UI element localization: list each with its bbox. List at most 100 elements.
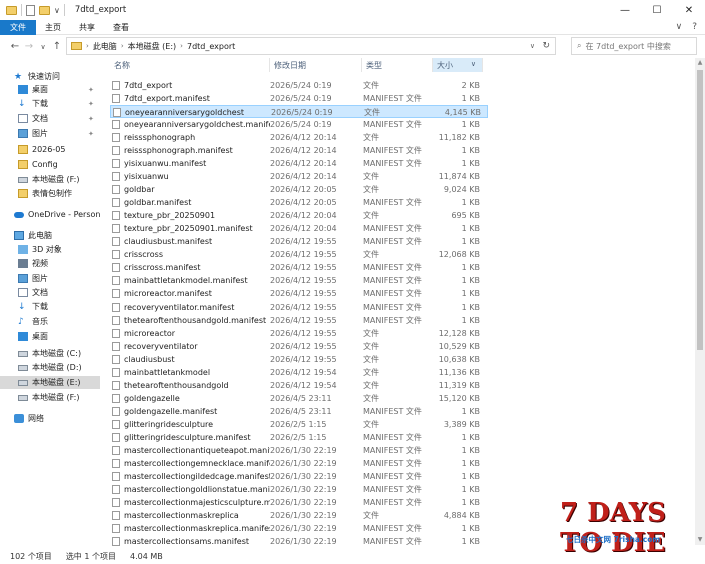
file-row[interactable]: mastercollectionantiqueteapot.manif... 20…	[110, 444, 488, 457]
column-header-date[interactable]: 修改日期	[270, 58, 362, 72]
properties-icon[interactable]	[26, 4, 35, 16]
tab-file[interactable]: 文件	[0, 19, 36, 35]
file-row[interactable]: mastercollectionmaskreplica 2026/1/30 22:…	[110, 509, 488, 522]
nav-item[interactable]: 此电脑	[0, 229, 100, 242]
nav-item[interactable]: 桌面	[0, 330, 100, 343]
nav-item[interactable]: 本地磁盘 (E:)	[0, 376, 100, 389]
file-row[interactable]: mastercollectionmajesticsculpture.ma... 2…	[110, 496, 488, 509]
vertical-scrollbar[interactable]: ▲ ▼	[695, 58, 705, 545]
customize-toolbar-icon[interactable]: ∨	[54, 6, 60, 15]
file-row[interactable]: mainbattletankmodel.manifest 2026/4/12 19…	[110, 274, 488, 287]
tab-home[interactable]: 主页	[36, 20, 70, 35]
file-row[interactable]: claudiusbust.manifest 2026/4/12 19:55 MANI…	[110, 235, 488, 248]
search-input[interactable]: ⌕ 在 7dtd_export 中搜索	[571, 37, 697, 55]
column-header-name[interactable]: 名称	[110, 58, 270, 72]
folder-icon[interactable]	[6, 5, 17, 15]
tab-view[interactable]: 查看	[104, 20, 138, 35]
file-row[interactable]: goldengazelle.manifest 2026/4/5 23:11 MANI…	[110, 405, 488, 418]
file-row[interactable]: goldengazelle 2026/4/5 23:11 文件 15,120 KB	[110, 392, 488, 405]
nav-item[interactable]: 视频	[0, 257, 100, 270]
nav-item[interactable]: Config	[0, 158, 100, 171]
forward-icon[interactable]: →	[22, 41, 36, 52]
recent-locations-icon[interactable]: ∨	[36, 43, 50, 51]
file-row[interactable]: mainbattletankmodel 2026/4/12 19:54 文件 11,1…	[110, 366, 488, 379]
nav-item[interactable]: 网络	[0, 412, 100, 425]
nav-item[interactable]: 文档	[0, 286, 100, 299]
nav-item[interactable]: ★ 快速访问	[0, 70, 100, 83]
help-icon[interactable]: ?	[692, 22, 697, 32]
file-row[interactable]: yisixuanwu 2026/4/12 20:14 文件 11,874 KB	[110, 170, 488, 183]
back-icon[interactable]: ←	[8, 41, 22, 52]
nav-item[interactable]: ↓ 下载	[0, 300, 100, 313]
file-row[interactable]: microreactor.manifest 2026/4/12 19:55 MANI…	[110, 287, 488, 300]
file-icon	[112, 419, 120, 429]
file-row[interactable]: texture_pbr_20250901.manifest 2026/4/12 2…	[110, 222, 488, 235]
breadcrumb-this-pc[interactable]: 此电脑	[93, 41, 117, 52]
nav-item[interactable]: ♪ 音乐	[0, 315, 100, 328]
nav-item[interactable]: ↓ 下载 ✦	[0, 97, 100, 110]
breadcrumb-current-folder[interactable]: 7dtd_export	[187, 42, 235, 51]
nav-item[interactable]: 图片 ✦	[0, 127, 100, 140]
nav-item[interactable]: 桌面 ✦	[0, 83, 100, 96]
file-row[interactable]: oneyearanniversarygoldchest.manifest 2026…	[110, 118, 488, 131]
column-header-type[interactable]: 类型	[362, 58, 433, 72]
file-row[interactable]: glitteringridesculpture 2026/2/5 1:15 文件 3,…	[110, 418, 488, 431]
nav-item[interactable]: 图片	[0, 272, 100, 285]
chevron-right-icon[interactable]: ›	[86, 42, 89, 50]
nav-item[interactable]: 本地磁盘 (F:)	[0, 391, 100, 404]
scroll-thumb[interactable]	[697, 70, 703, 350]
nav-item[interactable]: 本地磁盘 (F:)	[0, 173, 100, 186]
refresh-icon[interactable]: ↻	[542, 41, 550, 51]
chevron-down-icon[interactable]: ∨	[530, 42, 535, 50]
new-folder-icon[interactable]	[39, 5, 50, 15]
tab-share[interactable]: 共享	[70, 20, 104, 35]
nav-item[interactable]: OneDrive - Persona	[0, 208, 100, 221]
column-header-size-label: 大小	[437, 60, 453, 70]
up-icon[interactable]: ↑	[50, 41, 64, 52]
nav-item[interactable]: 本地磁盘 (D:)	[0, 361, 100, 374]
nav-item[interactable]: 文档 ✦	[0, 112, 100, 125]
file-row[interactable]: recoveryventilator.manifest 2026/4/12 19:…	[110, 301, 488, 314]
file-row[interactable]: glitteringridesculpture.manifest 2026/2/5…	[110, 431, 488, 444]
file-row[interactable]: goldbar.manifest 2026/4/12 20:05 MANIFEST …	[110, 196, 488, 209]
minimize-button[interactable]: —	[609, 0, 641, 20]
file-row[interactable]: goldbar 2026/4/12 20:05 文件 9,024 KB	[110, 183, 488, 196]
file-row[interactable]: texture_pbr_20250901 2026/4/12 20:04 文件 695…	[110, 209, 488, 222]
close-button[interactable]: ✕	[673, 0, 705, 20]
nav-item[interactable]: 2026-05	[0, 143, 100, 156]
nav-item[interactable]: 本地磁盘 (C:)	[0, 347, 100, 360]
file-row[interactable]: reisssphonograph.manifest 2026/4/12 20:14…	[110, 144, 488, 157]
address-bar[interactable]: › 此电脑 › 本地磁盘 (E:) › 7dtd_export ∨ ↻	[66, 37, 556, 55]
scroll-up-icon[interactable]: ▲	[695, 58, 705, 68]
file-row[interactable]: 7dtd_export 2026/5/24 0:19 文件 2 KB	[110, 79, 488, 92]
chevron-right-icon[interactable]: ›	[180, 42, 183, 50]
file-row[interactable]: thetearoftenthousandgold.manifest 2026/4/…	[110, 314, 488, 327]
file-row[interactable]: claudiusbust 2026/4/12 19:55 文件 10,638 KB	[110, 353, 488, 366]
file-explorer-window: ∨ 7dtd_export — ☐ ✕ 文件 主页 共享 查看 ∨ ? ← → …	[0, 0, 705, 564]
file-row[interactable]: oneyearanniversarygoldchest 2026/5/24 0:1…	[110, 105, 488, 119]
file-date: 2026/4/12 19:54	[270, 367, 337, 377]
file-row[interactable]: mastercollectiongildedcage.manifest 2026/…	[110, 470, 488, 483]
nav-item[interactable]: 3D 对象	[0, 243, 100, 256]
file-row[interactable]: mastercollectionsams.manifest 2026/1/30 2…	[110, 535, 488, 548]
search-icon: ⌕	[577, 41, 582, 50]
file-row[interactable]: recoveryventilator 2026/4/12 19:55 文件 10,52…	[110, 340, 488, 353]
file-row[interactable]: microreactor 2026/4/12 19:55 文件 12,128 KB	[110, 327, 488, 340]
chevron-right-icon[interactable]: ›	[121, 42, 124, 50]
file-row[interactable]: crisscross 2026/4/12 19:55 文件 12,068 KB	[110, 248, 488, 261]
nav-item[interactable]: 表情包制作	[0, 187, 100, 200]
nav-item-label: 表情包制作	[32, 189, 72, 198]
maximize-button[interactable]: ☐	[641, 0, 673, 20]
file-list: 名称 修改日期 类型 大小 ∨ 7dtd_export 2026/5/24 0:1…	[110, 58, 695, 548]
file-row[interactable]: reisssphonograph 2026/4/12 20:14 文件 11,182 …	[110, 131, 488, 144]
file-row[interactable]: 7dtd_export.manifest 2026/5/24 0:19 MANIFE…	[110, 92, 488, 105]
file-row[interactable]: mastercollectiongoldlionstatue.manif... 2…	[110, 483, 488, 496]
breadcrumb-drive-e[interactable]: 本地磁盘 (E:)	[128, 41, 177, 52]
file-row[interactable]: mastercollectiongemnecklace.manifest 2026…	[110, 457, 488, 470]
column-header-size[interactable]: 大小 ∨	[433, 58, 483, 72]
file-row[interactable]: mastercollectionmaskreplica.manifest 2026…	[110, 522, 488, 535]
file-row[interactable]: yisixuanwu.manifest 2026/4/12 20:14 MANIFE…	[110, 157, 488, 170]
file-row[interactable]: crisscross.manifest 2026/4/12 19:55 MANIFE…	[110, 261, 488, 274]
file-row[interactable]: thetearoftenthousandgold 2026/4/12 19:54 文…	[110, 379, 488, 392]
expand-ribbon-icon[interactable]: ∨	[676, 22, 683, 32]
